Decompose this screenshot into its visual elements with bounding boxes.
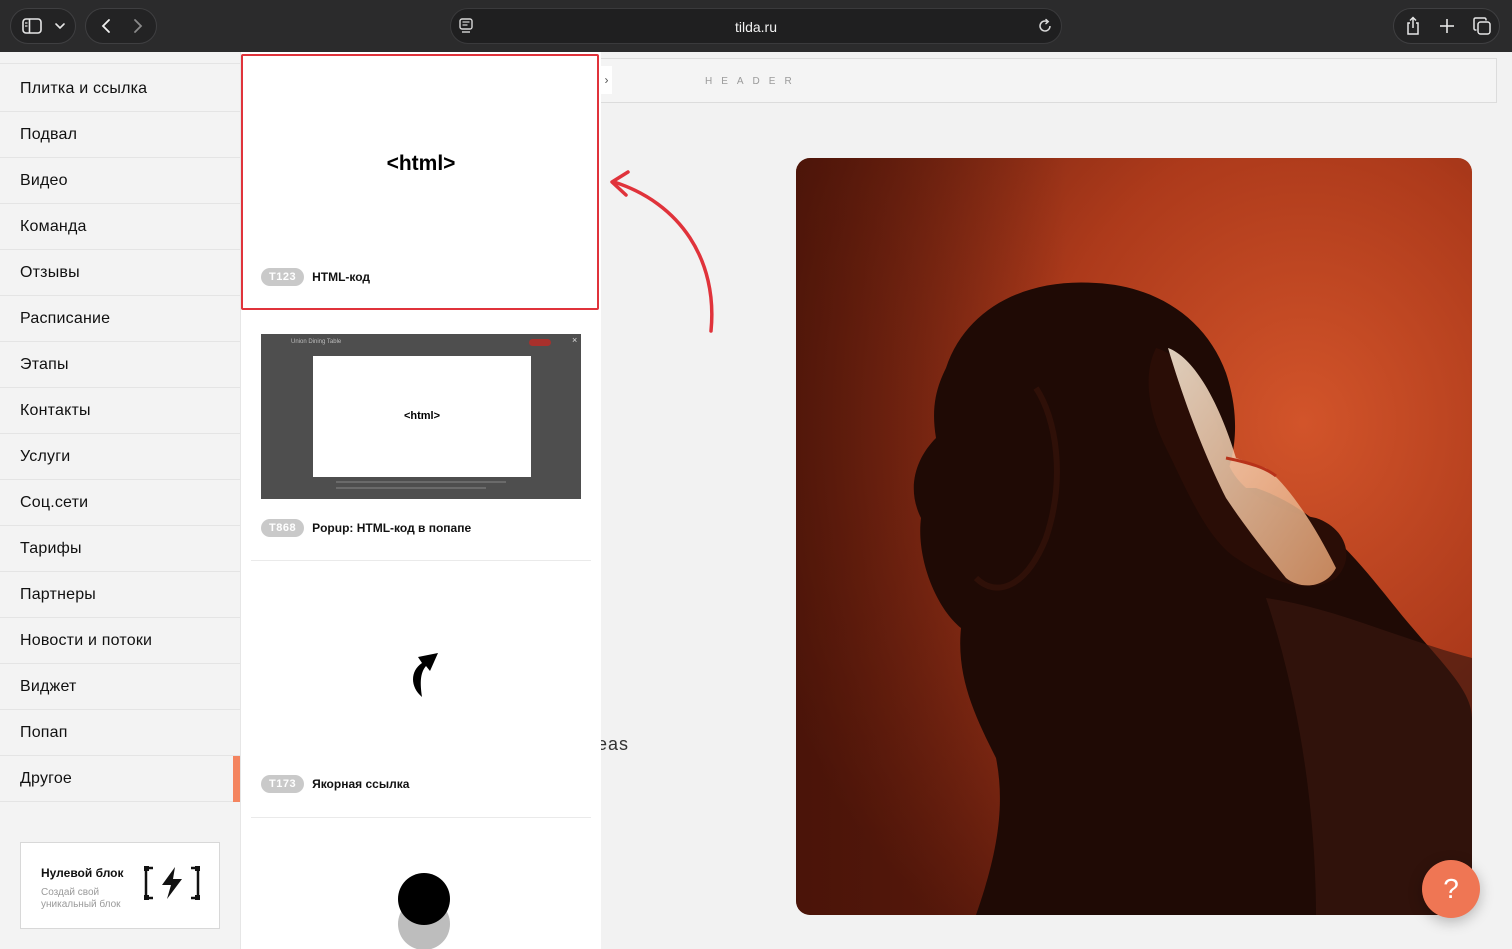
header-label: HEADER	[705, 76, 801, 87]
block-name: Якорная ссылка	[312, 777, 410, 791]
block-label: T868 Popup: HTML-код в попапе	[261, 519, 471, 537]
sidebar-toggle-group	[10, 8, 76, 44]
circle-shape	[398, 873, 450, 925]
sidebar-item-widget[interactable]: Виджет	[0, 664, 240, 710]
sidebar-item-footer[interactable]: Подвал	[0, 112, 240, 158]
browser-toolbar: tilda.ru	[0, 0, 1512, 52]
page-canvas: HEADER › eas ?	[601, 52, 1512, 949]
block-card-t868[interactable]: Union Dining Table × <html> T868 Popup: …	[251, 314, 591, 561]
sidebar-item-partners[interactable]: Партнеры	[0, 572, 240, 618]
share-icon[interactable]	[1396, 9, 1430, 43]
popup-preview-window: <html>	[313, 356, 531, 477]
zero-block-title: Нулевой блок	[41, 866, 124, 880]
highlight-frame	[241, 54, 599, 310]
window-actions-group	[1393, 8, 1500, 44]
sidebar-item-top-partial[interactable]	[0, 52, 240, 64]
popup-html-text: <html>	[403, 410, 441, 422]
anchor-arrow-icon	[406, 649, 440, 704]
history-nav-group	[85, 8, 157, 44]
zero-block-subtitle: Создай свой уникальный блок	[41, 887, 121, 910]
sidebar-item-tiles[interactable]: Плитка и ссылка	[0, 66, 240, 112]
tabs-icon[interactable]	[1465, 9, 1499, 43]
help-button[interactable]: ?	[1422, 860, 1480, 918]
popup-close-icon: ×	[572, 335, 578, 345]
block-library-panel: <html> T123 HTML-код Union Dining Table …	[241, 52, 601, 949]
block-code-badge: T173	[261, 775, 305, 793]
popup-preview-button	[529, 339, 551, 346]
sidebar-item-social[interactable]: Соц.сети	[0, 480, 240, 526]
block-card-t173[interactable]: T173 Якорная ссылка	[251, 561, 591, 818]
sidebar-item-popup[interactable]: Попап	[0, 710, 240, 756]
sidebar-item-schedule[interactable]: Расписание	[0, 296, 240, 342]
sidebar-item-steps[interactable]: Этапы	[0, 342, 240, 388]
sidebar-icon[interactable]	[15, 9, 49, 43]
reload-icon[interactable]	[1037, 18, 1053, 39]
collapse-panel-chevron-icon[interactable]: ›	[601, 66, 612, 94]
back-icon[interactable]	[90, 9, 122, 43]
forward-icon[interactable]	[122, 9, 154, 43]
popup-preview: Union Dining Table × <html>	[261, 334, 581, 499]
sidebar-item-pricing[interactable]: Тарифы	[0, 526, 240, 572]
block-name: Popup: HTML-код в попапе	[312, 521, 472, 535]
sidebar-item-services[interactable]: Услуги	[0, 434, 240, 480]
sidebar-item-contacts[interactable]: Контакты	[0, 388, 240, 434]
plus-icon[interactable]	[1430, 9, 1464, 43]
address-bar[interactable]: tilda.ru	[450, 8, 1062, 44]
popup-preview-caption: Union Dining Table	[291, 339, 342, 345]
sidebar-item-other[interactable]: Другое	[0, 756, 240, 802]
popup-preview-line	[336, 487, 486, 489]
sidebar-item-news[interactable]: Новости и потоки	[0, 618, 240, 664]
block-label: T173 Якорная ссылка	[261, 775, 409, 793]
block-code-badge: T868	[261, 519, 305, 537]
url-text: tilda.ru	[734, 19, 778, 35]
popup-preview-line	[336, 481, 506, 483]
block-card-partial[interactable]	[251, 818, 591, 949]
header-block[interactable]: HEADER	[601, 58, 1497, 103]
zero-block-card[interactable]: Нулевой блок Создай свой уникальный блок	[20, 842, 220, 929]
partial-heading-text: eas	[601, 734, 630, 754]
sidebar-item-team[interactable]: Команда	[0, 204, 240, 250]
sidebar-item-video[interactable]: Видео	[0, 158, 240, 204]
sidebar-item-reviews[interactable]: Отзывы	[0, 250, 240, 296]
category-sidebar: Плитка и ссылка Подвал Видео Команда Отз…	[0, 52, 241, 949]
chevron-down-icon[interactable]	[49, 9, 71, 43]
hero-photo	[796, 158, 1472, 915]
lightning-frame-icon	[143, 865, 201, 906]
annotation-arrow-icon	[610, 170, 714, 333]
